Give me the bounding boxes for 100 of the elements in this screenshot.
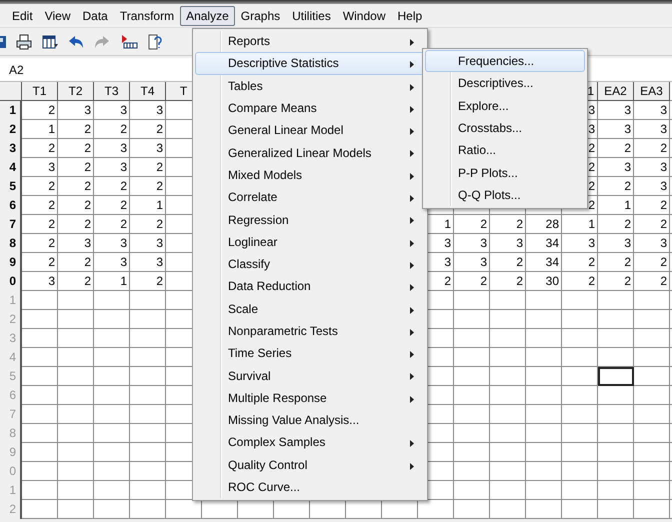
undo-icon[interactable] [68,34,84,48]
row-header[interactable]: 8 [0,234,22,253]
row-header[interactable]: 2 [0,120,22,139]
table-cell-text: 2 [659,197,668,214]
menu-item[interactable]: Scale [195,298,425,320]
menu-item[interactable]: Generalized Linear Models [195,141,425,164]
menu-item[interactable]: Explore... [425,94,585,117]
menu-bar-item[interactable]: View [38,6,76,26]
row-header[interactable]: 4 [0,158,22,177]
table-cell-text: 3 [155,254,164,271]
table-cell-text: 3 [155,102,164,119]
menu-bar-item[interactable]: Window [336,6,392,26]
table-cell-text: 3 [155,140,164,157]
table-cell-text: 2 [47,178,56,195]
table-cell-text: 3 [443,235,452,252]
table-cell-text: 3 [659,178,668,195]
table-cell-text: 2 [119,121,128,138]
table-cell-text: 2 [83,140,92,157]
table-cell-text: 3 [623,121,632,138]
menu-item[interactable]: Data Reduction [195,275,425,298]
column-header[interactable]: EA3 [634,82,670,101]
print-icon[interactable] [16,34,32,50]
row-header[interactable]: 6 [0,196,22,215]
table-cell-text: 2 [659,254,668,271]
table-cell-text: 1 [119,273,128,290]
menu-item[interactable]: Loglinear [195,230,425,253]
table-cell-text: 2 [587,140,596,157]
menu-item[interactable]: Regression [195,208,425,231]
table-cell-text: 3 [119,140,128,157]
table-cell-text: 2 [587,197,596,214]
column-header[interactable]: T1 [22,82,58,101]
menu-item[interactable]: Classify [195,252,425,276]
menu-item[interactable]: Time Series [195,342,425,364]
table-cell-text: 2 [587,273,596,290]
table-cell-text: 3 [83,235,92,252]
table-cell-text: 34 [544,235,560,252]
menu-item[interactable]: Reports [195,30,425,52]
menu-item[interactable]: Multiple Response [195,386,425,410]
menu-item[interactable]: Missing Value Analysis... [195,409,425,432]
menu-item[interactable]: Descriptive Statistics [195,52,425,75]
column-header[interactable]: T4 [130,82,166,101]
table-cell-text: 3 [623,159,632,176]
table-cell-text: 28 [544,216,560,233]
table-cell-text: 2 [83,121,92,138]
menu-bar-item[interactable]: Analyze [180,6,235,26]
table-cell-text: 2 [659,273,668,290]
menu-bar-item[interactable]: Graphs [234,6,286,26]
menu-item[interactable]: General Linear Model [195,119,425,142]
row-header[interactable]: 7 [0,215,22,234]
menu-item[interactable]: Correlate [195,186,425,208]
row-header[interactable]: 3 [0,139,22,158]
table-cell-text: 3 [155,235,164,252]
table-cell-text: 3 [587,235,596,252]
table-cell-text: 3 [83,102,92,119]
menu-bar-item[interactable]: Transform [114,6,180,26]
variables-icon[interactable] [148,34,162,50]
menu-item[interactable]: Crosstabs... [425,116,585,140]
table-cell-text: 2 [47,102,56,119]
menu-item[interactable]: Quality Control [195,454,425,476]
menu-item[interactable]: Nonparametric Tests [195,320,425,342]
menu-item[interactable]: P-P Plots... [425,161,585,184]
save-icon[interactable] [0,34,6,48]
column-header[interactable]: EA2 [598,82,634,101]
column-header[interactable]: T2 [58,82,94,101]
row-header[interactable]: 9 [0,253,22,272]
row-header[interactable]: 0 [0,272,22,291]
menu-bar-item[interactable]: Edit [6,6,39,26]
menu-bar-item[interactable]: Utilities [286,6,337,26]
row-header[interactable]: 1 [0,101,22,120]
table-cell-text: 2 [587,178,596,195]
selected-cell[interactable] [598,367,634,386]
table-cell-text: 2 [515,216,524,233]
menu-item[interactable]: Q-Q Plots... [425,184,585,206]
table-cell-text: 2 [479,273,488,290]
table-cell-text: 2 [587,159,596,176]
table-cell-text: 2 [155,216,164,233]
menu-item[interactable]: Frequencies... [425,50,585,72]
table-cell-text: 1 [587,216,596,233]
table-cell-text: 3 [119,235,128,252]
menu-bar-item[interactable]: Help [392,6,428,26]
menu-item[interactable]: ROC Curve... [195,476,425,498]
menu-bar-item[interactable]: Data [76,6,114,26]
table-cell-text: 3 [479,254,488,271]
row-header[interactable]: 5 [0,177,22,196]
menu-item[interactable]: Mixed Models [195,164,425,186]
table-cell-text: 2 [155,159,164,176]
table-cell-text: 3 [47,159,56,176]
menu-item[interactable]: Complex Samples [195,431,425,454]
table-cell-text: 3 [623,102,632,119]
table-cell-text: 3 [479,235,488,252]
go-to-case-icon[interactable] [120,34,138,50]
table-cell-text: 2 [47,254,56,271]
column-header[interactable]: T3 [94,82,130,101]
menu-item[interactable]: Descriptives... [425,72,585,95]
menu-item[interactable]: Ratio... [425,139,585,162]
table-cell-text: 2 [119,178,128,195]
menu-item[interactable]: Survival [195,364,425,387]
data-grid-icon[interactable] [42,34,58,50]
table-cell-text: 2 [623,273,632,290]
table-cell-text: 2 [623,216,632,233]
